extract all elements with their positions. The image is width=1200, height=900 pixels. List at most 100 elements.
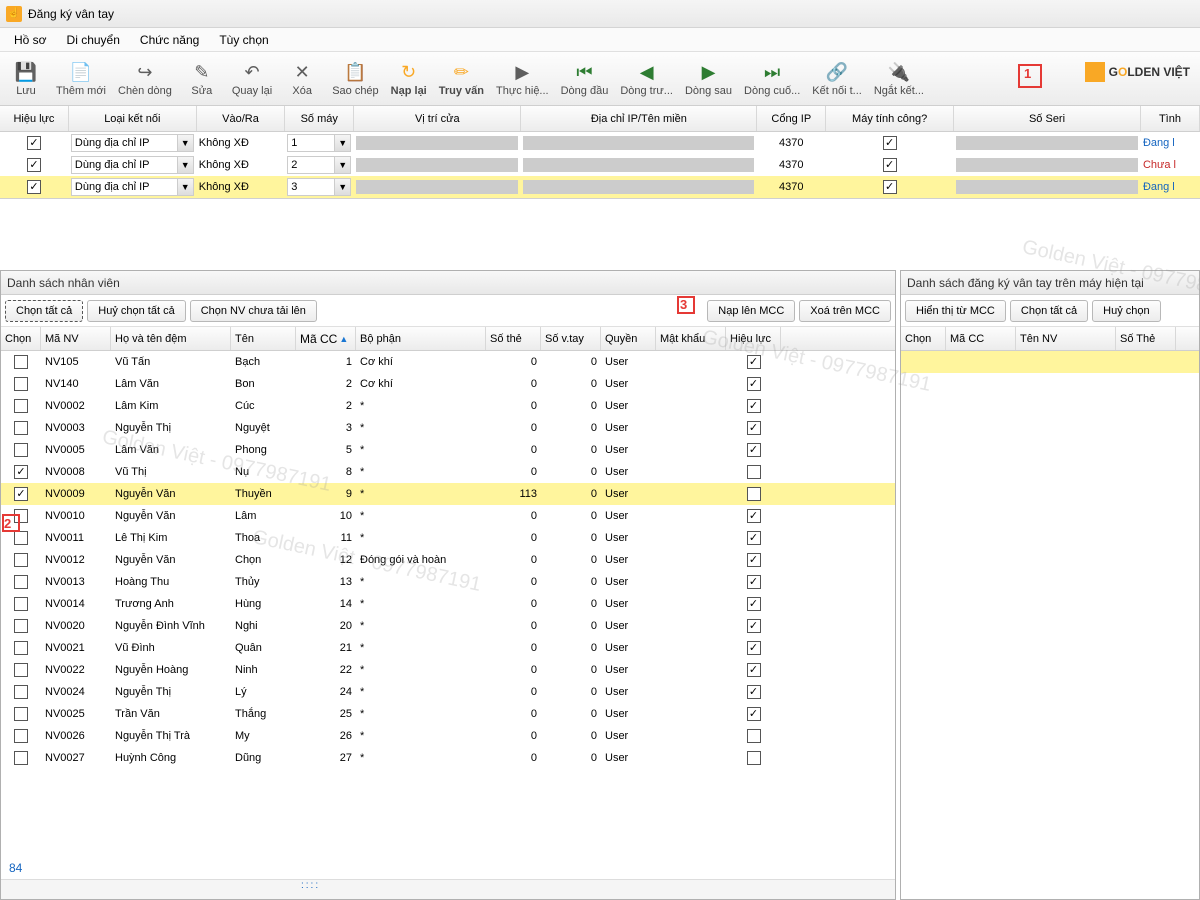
checkbox[interactable] bbox=[747, 465, 761, 479]
col-so-may[interactable]: Số máy bbox=[285, 106, 354, 131]
toolbar-th-c-hi-[interactable]: ▶Thực hiệ... bbox=[490, 54, 555, 104]
emp-col-so-vtay[interactable]: Số v.tay bbox=[541, 327, 601, 350]
checkbox[interactable] bbox=[747, 729, 761, 743]
device-row[interactable]: Dùng địa chỉ IP▼Không XĐ2▼4370Chưa l bbox=[0, 154, 1200, 176]
toolbar-k-t-n-i-t-[interactable]: 🔗Kết nối t... bbox=[806, 54, 868, 104]
fingerprint-grid-body[interactable] bbox=[901, 351, 1199, 899]
ip-address-field[interactable] bbox=[523, 136, 754, 150]
col-vao-ra[interactable]: Vào/Ra bbox=[197, 106, 286, 131]
menu-di-chuyển[interactable]: Di chuyển bbox=[57, 30, 130, 50]
table-row[interactable]: NV0008Vũ ThịNụ8*00User bbox=[1, 461, 895, 483]
fp-col-so-the[interactable]: Số Thẻ bbox=[1116, 327, 1176, 350]
table-row[interactable]: NV0025Trần VănThắng25*00User bbox=[1, 703, 895, 725]
checkbox[interactable] bbox=[14, 355, 28, 369]
emp-col-bo-phan[interactable]: Bộ phận bbox=[356, 327, 486, 350]
emp-col-so-the[interactable]: Số thẻ bbox=[486, 327, 541, 350]
checkbox[interactable] bbox=[747, 531, 761, 545]
delete-on-mcc-button[interactable]: Xoá trên MCC bbox=[799, 300, 891, 322]
fp-select-all-button[interactable]: Chọn tất cả bbox=[1010, 300, 1088, 322]
checkbox[interactable] bbox=[747, 751, 761, 765]
table-row[interactable]: NV0024Nguyễn ThịLý24*00User bbox=[1, 681, 895, 703]
ip-address-field[interactable] bbox=[523, 180, 754, 194]
table-row[interactable]: NV0026Nguyễn Thị TràMy26*00User bbox=[1, 725, 895, 747]
toolbar-sao-ch-p[interactable]: 📋Sao chép bbox=[326, 54, 384, 104]
fp-deselect-button[interactable]: Huỷ chọn bbox=[1092, 300, 1160, 322]
door-position-field[interactable] bbox=[356, 158, 518, 172]
checkbox[interactable] bbox=[14, 729, 28, 743]
checkbox[interactable] bbox=[883, 180, 897, 194]
table-row[interactable]: NV0005Lâm VănPhong5*00User bbox=[1, 439, 895, 461]
checkbox[interactable] bbox=[14, 377, 28, 391]
col-vi-tri[interactable]: Vị trí cửa bbox=[354, 106, 521, 131]
checkbox[interactable] bbox=[27, 158, 41, 172]
table-row[interactable]: NV0013Hoàng ThuThủy13*00User bbox=[1, 571, 895, 593]
table-row[interactable]: NV140Lâm VănBon2Cơ khí00User bbox=[1, 373, 895, 395]
checkbox[interactable] bbox=[14, 751, 28, 765]
emp-col-ho-ten[interactable]: Họ và tên đệm bbox=[111, 327, 231, 350]
checkbox[interactable] bbox=[27, 180, 41, 194]
table-row[interactable]: NV0003Nguyễn ThịNguyệt3*00User bbox=[1, 417, 895, 439]
checkbox[interactable] bbox=[747, 685, 761, 699]
checkbox[interactable] bbox=[747, 707, 761, 721]
toolbar-ng-t-k-t-[interactable]: 🔌Ngắt kết... bbox=[868, 54, 930, 104]
checkbox[interactable] bbox=[14, 707, 28, 721]
deselect-all-button[interactable]: Huỷ chọn tất cả bbox=[87, 300, 185, 322]
checkbox[interactable] bbox=[747, 575, 761, 589]
table-row[interactable]: NV0027Huỳnh CôngDũng27*00User bbox=[1, 747, 895, 769]
toolbar-truy-v-n[interactable]: ✏Truy vấn bbox=[433, 54, 490, 104]
checkbox[interactable] bbox=[14, 575, 28, 589]
checkbox[interactable] bbox=[14, 597, 28, 611]
toolbar-n-p-l-i[interactable]: ↻Nạp lại bbox=[385, 54, 433, 104]
toolbar-l-u[interactable]: 💾Lưu bbox=[2, 54, 50, 104]
checkbox[interactable] bbox=[14, 553, 28, 567]
table-row[interactable] bbox=[901, 351, 1199, 373]
table-row[interactable]: NV0022Nguyễn HoàngNinh22*00User bbox=[1, 659, 895, 681]
toolbar-d-ng-tr-[interactable]: ◀Dòng trư... bbox=[614, 54, 679, 104]
table-row[interactable]: NV0014Trương AnhHùng14*00User bbox=[1, 593, 895, 615]
toolbar-d-ng-sau[interactable]: ▶Dòng sau bbox=[679, 54, 738, 104]
resize-grip-icon[interactable]: :::: bbox=[301, 880, 320, 891]
toolbar-x-a[interactable]: ✕Xóa bbox=[278, 54, 326, 104]
col-so-seri[interactable]: Số Seri bbox=[954, 106, 1141, 131]
checkbox[interactable] bbox=[747, 597, 761, 611]
checkbox[interactable] bbox=[14, 663, 28, 677]
table-row[interactable]: NV0011Lê Thị KimThoa11*00User bbox=[1, 527, 895, 549]
table-row[interactable]: NV0012Nguyễn VănChọn12Đóng gói và hoàn00… bbox=[1, 549, 895, 571]
select-all-button[interactable]: Chọn tất cả bbox=[5, 300, 83, 322]
col-hieu-luc[interactable]: Hiệu lực bbox=[0, 106, 69, 131]
col-may-tinh-cong[interactable]: Máy tính công? bbox=[826, 106, 954, 131]
checkbox[interactable] bbox=[883, 136, 897, 150]
checkbox[interactable] bbox=[747, 443, 761, 457]
checkbox[interactable] bbox=[14, 641, 28, 655]
fp-col-ten-nv[interactable]: Tên NV bbox=[1016, 327, 1116, 350]
machine-no-combo[interactable]: 1▼ bbox=[287, 134, 351, 152]
checkbox[interactable] bbox=[27, 136, 41, 150]
checkbox[interactable] bbox=[14, 421, 28, 435]
ip-address-field[interactable] bbox=[523, 158, 754, 172]
employee-grid-body[interactable]: NV105Vũ TấnBạch1Cơ khí00UserNV140Lâm Văn… bbox=[1, 351, 895, 857]
checkbox[interactable] bbox=[747, 355, 761, 369]
checkbox[interactable] bbox=[14, 487, 28, 501]
checkbox[interactable] bbox=[14, 531, 28, 545]
checkbox[interactable] bbox=[883, 158, 897, 172]
checkbox[interactable] bbox=[747, 377, 761, 391]
menu-tùy-chọn[interactable]: Tùy chọn bbox=[209, 30, 278, 50]
emp-col-ma-nv[interactable]: Mã NV bbox=[41, 327, 111, 350]
show-from-mcc-button[interactable]: Hiển thị từ MCC bbox=[905, 300, 1006, 322]
checkbox[interactable] bbox=[747, 487, 761, 501]
table-row[interactable]: NV0010Nguyễn VănLâm10*00User bbox=[1, 505, 895, 527]
checkbox[interactable] bbox=[747, 399, 761, 413]
checkbox[interactable] bbox=[747, 641, 761, 655]
table-row[interactable]: NV0021Vũ ĐìnhQuân21*00User bbox=[1, 637, 895, 659]
door-position-field[interactable] bbox=[356, 136, 518, 150]
col-tinh[interactable]: Tình bbox=[1141, 106, 1200, 131]
toolbar-quay-l-i[interactable]: ↶Quay lại bbox=[226, 54, 278, 104]
table-row[interactable]: NV0009Nguyễn VănThuyền9*1130User bbox=[1, 483, 895, 505]
col-dia-chi-ip[interactable]: Địa chỉ IP/Tên miền bbox=[521, 106, 757, 131]
menu-hồ-sơ[interactable]: Hồ sơ bbox=[4, 30, 57, 50]
checkbox[interactable] bbox=[14, 685, 28, 699]
machine-no-combo[interactable]: 2▼ bbox=[287, 156, 351, 174]
table-row[interactable]: NV105Vũ TấnBạch1Cơ khí00User bbox=[1, 351, 895, 373]
checkbox[interactable] bbox=[14, 465, 28, 479]
emp-col-ten[interactable]: Tên bbox=[231, 327, 296, 350]
